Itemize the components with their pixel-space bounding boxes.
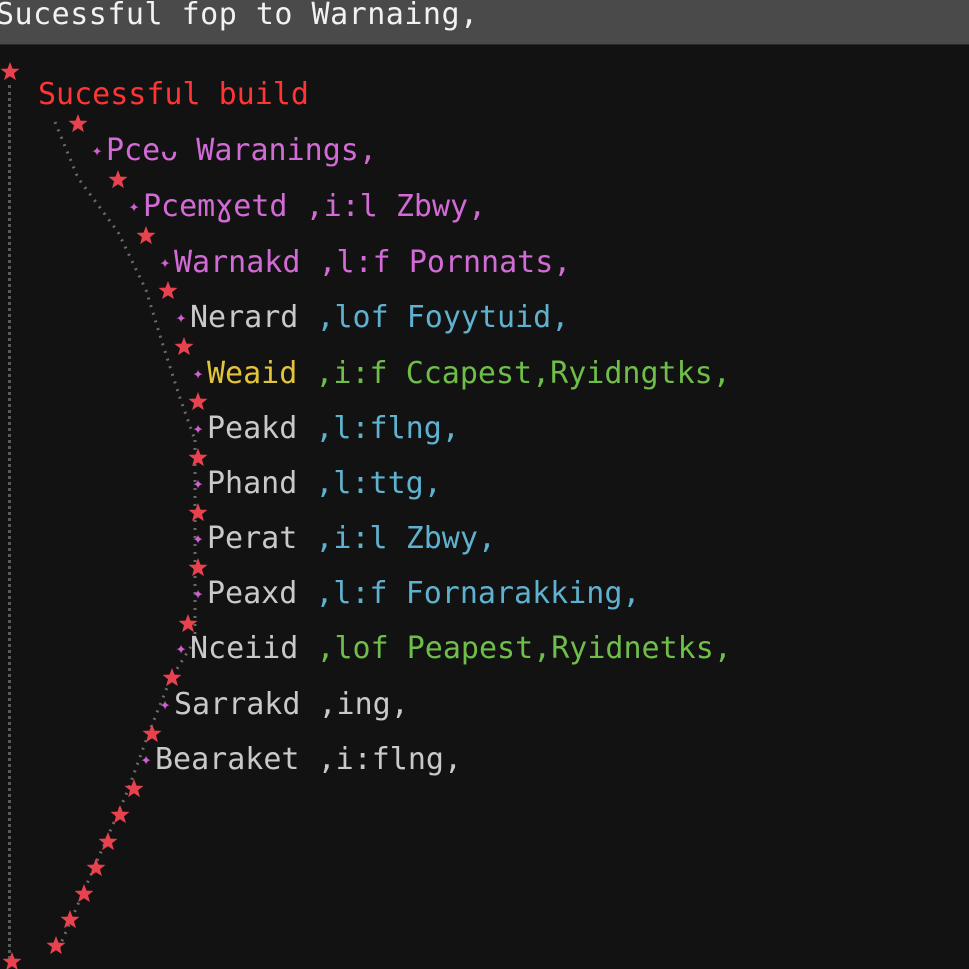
entry-name: Warnakd (174, 245, 301, 280)
star-icon (86, 858, 106, 877)
entry-location: ,i:f (315, 356, 388, 391)
tree-entry: ✦ Pcemɣetd ,i:l Zbwy, (125, 189, 487, 225)
star-icon (68, 114, 88, 133)
star-icon (110, 805, 130, 824)
sparkle-icon: ✦ (128, 196, 140, 217)
sparkle-icon: ✦ (192, 363, 204, 384)
star-icon (136, 226, 156, 245)
entry-name: Nceiid (190, 631, 299, 666)
star-icon (188, 503, 208, 522)
sparkle-icon: ✦ (159, 694, 171, 715)
sparkle-icon: ✦ (140, 749, 152, 770)
entry-name: Phand (207, 466, 298, 501)
entry-name: Bearaket (155, 742, 300, 777)
entry-location: ,lof (316, 300, 389, 335)
star-icon (188, 392, 208, 411)
entry-location: ,lof (316, 631, 389, 666)
tree-entry: ✦ Sarrakd ,ing, (156, 687, 409, 723)
entry-location: ,i:flng, (317, 742, 463, 777)
sparkle-icon: ✦ (91, 140, 103, 161)
entry-detail: Ccapest,Ryidngtks, (405, 356, 731, 391)
sparkle-icon: ✦ (192, 418, 204, 439)
star-icon (162, 668, 182, 687)
entry-location: ,i:l (315, 521, 388, 556)
entry-detail: Fornarakking, (405, 576, 641, 611)
tree-entry: ✦ Pceᴗ Waranings, (88, 133, 377, 169)
entry-detail: Zbwy, (405, 521, 496, 556)
entry-location: ,l:f (315, 576, 388, 611)
tree-entry: ✦ Peaxd ,l:f Fornarakking, (189, 576, 641, 612)
star-icon (174, 337, 194, 356)
entry-name: Pcemɣetd (143, 189, 288, 224)
entry-location: ,l:ttg, (315, 466, 442, 501)
entry-name: Sarrakd (174, 687, 301, 722)
star-icon (74, 884, 94, 903)
build-status-header: Sucessful build (38, 77, 309, 112)
sparkle-icon: ✦ (175, 307, 187, 328)
entry-location: ,l:f (318, 245, 391, 280)
entry-location: ,l:flng, (315, 411, 460, 446)
star-icon (188, 558, 208, 577)
tree-entry: ✦ Perat ,i:l Zbwy, (189, 521, 496, 557)
entry-name: Nerard (190, 300, 299, 335)
entry-detail: Foyytuid, (406, 300, 570, 335)
star-icon (98, 832, 118, 851)
star-icon (142, 724, 162, 743)
star-icon (0, 62, 20, 81)
entry-location: ,i:l (305, 189, 378, 224)
entry-name: Pceᴗ Waranings, (106, 133, 377, 168)
entry-detail: Peapest,Ryidnetks, (406, 631, 732, 666)
entry-name: Weaid (207, 356, 298, 391)
entry-detail: Zbwy, (395, 189, 487, 224)
entry-detail: Pornnats, (408, 245, 572, 280)
star-icon (188, 448, 208, 467)
sparkle-icon: ✦ (192, 583, 204, 604)
tree-entry: ✦ Phand ,l:ttg, (189, 466, 442, 502)
entry-name: Perat (207, 521, 298, 556)
tree-entry: ✦ Nerard ,lof Foyytuid, (172, 300, 570, 336)
star-icon (158, 281, 178, 300)
entry-name: Peaxd (207, 576, 298, 611)
sparkle-icon: ✦ (175, 638, 187, 659)
sparkle-icon: ✦ (192, 473, 204, 494)
star-icon (46, 936, 66, 955)
entry-location: ,ing, (318, 687, 409, 722)
tree-entry: ✦ Peakd ,l:flng, (189, 411, 460, 447)
star-icon (108, 170, 128, 189)
sparkle-icon: ✦ (159, 252, 171, 273)
tree-entry: ✦ Bearaket ,i:flng, (137, 742, 462, 778)
entry-name: Peakd (207, 411, 298, 446)
sparkle-icon: ✦ (192, 528, 204, 549)
tree-entry: ✦ Warnakd ,l:f Pornnats, (156, 245, 572, 281)
tree-entry: ✦ Nceiid ,lof Peapest,Ryidnetks, (172, 631, 732, 667)
tree-entry: ✦ Weaid ,i:f Ccapest,Ryidngtks, (189, 356, 731, 392)
star-icon (2, 952, 22, 969)
